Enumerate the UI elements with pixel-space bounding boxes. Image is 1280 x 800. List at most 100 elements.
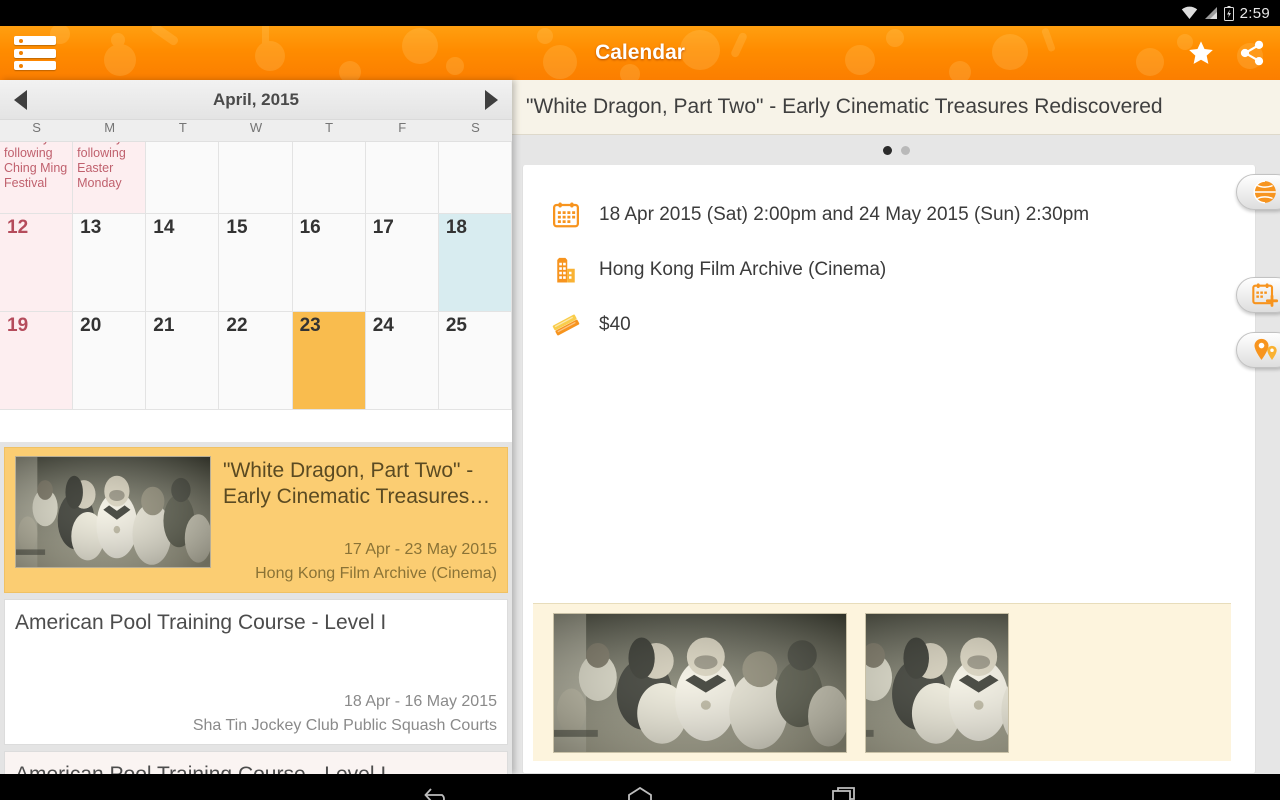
day-number: 17 [372, 217, 394, 238]
show-on-map-button[interactable] [1236, 332, 1280, 368]
ticket-icon [549, 310, 583, 340]
event-thumbnail [15, 456, 211, 568]
calendar-week: 12 13 14 15 16 17 18 [0, 214, 512, 312]
calendar-day-cell[interactable]: 15 [219, 214, 293, 312]
detail-row-price: $40 [523, 297, 1255, 352]
calendar-day-cell[interactable] [438, 142, 512, 214]
day-number: 20 [80, 315, 102, 336]
event-venue: Sha Tin Jockey Club Public Squash Courts [192, 717, 497, 734]
calendar-week: The day following Ching Ming FestivalThe… [0, 142, 512, 214]
day-number: 14 [153, 217, 175, 238]
weekday-1: M [104, 120, 116, 135]
day-number: 18 [445, 217, 467, 238]
detail-row-venue: Hong Kong Film Archive (Cinema) [523, 242, 1255, 297]
event-title: American Pool Training Course - Level I [15, 611, 387, 634]
calendar-day-cell[interactable]: 14 [146, 214, 220, 312]
weekday-3: W [249, 120, 263, 135]
event-list[interactable]: "White Dragon, Part Two" - Early Cinemat… [0, 442, 512, 774]
calendar-week: 19 20 21 22 23 24 25 [0, 312, 512, 410]
calendar-day-cell[interactable]: 20 [73, 312, 147, 410]
back-icon[interactable] [419, 782, 453, 800]
day-number: 23 [299, 315, 321, 336]
calendar-day-cell[interactable]: 12 [0, 214, 74, 312]
battery-icon [1223, 5, 1234, 21]
page-dot[interactable] [900, 145, 910, 155]
detail-title: "White Dragon, Part Two" - Early Cinemat… [526, 95, 1163, 118]
hamburger-list-icon[interactable] [14, 34, 56, 72]
calendar-day-cell[interactable] [365, 142, 439, 214]
detail-panel: "White Dragon, Part Two" - Early Cinemat… [512, 80, 1280, 774]
weekday-header: SMTWTFS [0, 120, 512, 142]
detail-title-bar: "White Dragon, Part Two" - Early Cinemat… [512, 80, 1280, 135]
day-number: 12 [7, 217, 29, 238]
event-meta: 17 Apr - 23 May 2015 Hong Kong Film Archi… [255, 538, 497, 586]
open-website-button[interactable] [1236, 174, 1280, 210]
weekday-0: S [32, 120, 41, 135]
calendar-icon [549, 200, 583, 230]
calendar-day-cell[interactable]: 25 [438, 312, 512, 410]
recents-icon[interactable] [827, 782, 861, 800]
holiday-label: The day following Ching Ming Festival [4, 142, 68, 190]
month-navigation-bar: April, 2015 [0, 80, 512, 120]
building-icon [549, 255, 583, 285]
event-venue: Hong Kong Film Archive (Cinema) [255, 565, 497, 582]
system-nav-bar [0, 774, 1280, 800]
detail-venue-text: Hong Kong Film Archive (Cinema) [599, 258, 887, 280]
chevron-right-icon[interactable] [485, 89, 498, 110]
share-icon[interactable] [1238, 39, 1266, 67]
month-label: April, 2015 [213, 89, 299, 109]
event-dates: 17 Apr - 23 May 2015 [344, 541, 497, 558]
day-number: 21 [153, 315, 175, 336]
page-indicator[interactable] [512, 135, 1280, 165]
add-to-calendar-button[interactable] [1236, 277, 1280, 313]
weekday-5: F [398, 120, 407, 135]
detail-row-date: 18 Apr 2015 (Sat) 2:00pm and 24 May 2015… [523, 187, 1255, 242]
event-meta: 18 Apr - 16 May 2015 Sha Tin Jockey Club … [193, 690, 497, 738]
detail-card: 18 Apr 2015 (Sat) 2:00pm and 24 May 2015… [522, 165, 1256, 774]
calendar-day-cell[interactable]: 23 [292, 312, 366, 410]
day-number: 15 [226, 217, 248, 238]
gallery-image-large[interactable] [553, 612, 847, 753]
app-bar: Calendar [0, 26, 1280, 80]
weekday-6: S [471, 120, 480, 135]
calendar-day-cell[interactable]: 18 [438, 214, 512, 312]
holiday-label: The day following Easter Monday [77, 142, 126, 190]
weekday-2: T [178, 120, 187, 135]
calendar-day-cell[interactable]: The day following Ching Ming Festival [0, 142, 74, 214]
event-title: American Pool Training Course - Level I [15, 760, 497, 774]
calendar-day-cell[interactable]: 13 [73, 214, 147, 312]
status-clock: 2:59 [1239, 4, 1270, 22]
calendar-day-cell[interactable]: 24 [365, 312, 439, 410]
calendar-day-cell[interactable] [146, 142, 220, 214]
wifi-icon [1181, 6, 1198, 20]
star-icon[interactable] [1186, 39, 1216, 68]
day-number: 25 [445, 315, 467, 336]
detail-date-text: 18 Apr 2015 (Sat) 2:00pm and 24 May 2015… [599, 203, 1090, 225]
signal-icon [1204, 6, 1218, 20]
calendar-day-cell[interactable]: The day following Easter Monday [73, 142, 147, 214]
event-dates: 18 Apr - 16 May 2015 [344, 693, 497, 710]
chevron-left-icon[interactable] [14, 89, 27, 110]
day-number: 22 [226, 315, 248, 336]
calendar-day-cell[interactable]: 22 [219, 312, 293, 410]
home-icon[interactable] [623, 782, 657, 800]
calendar-day-cell[interactable]: 19 [0, 312, 74, 410]
detail-price-text: $40 [599, 313, 631, 335]
day-number: 16 [299, 217, 321, 238]
event-list-item[interactable]: American Pool Training Course - Level I [4, 751, 508, 774]
page-dot-active[interactable] [882, 145, 892, 155]
calendar-panel: April, 2015 S M T W T F S The day following Ch… [0, 80, 512, 774]
gallery-image-small[interactable] [865, 612, 1009, 753]
calendar-day-cell[interactable]: 17 [365, 214, 439, 312]
day-number: 13 [80, 217, 102, 238]
calendar-day-cell[interactable]: 21 [146, 312, 220, 410]
main-content: April, 2015 S M T W T F S The day following Ch… [0, 80, 1280, 774]
day-number: 24 [372, 315, 394, 336]
calendar-day-cell[interactable]: 16 [292, 214, 366, 312]
event-list-item[interactable]: American Pool Training Course - Level I 1… [4, 599, 508, 745]
calendar-day-cell[interactable] [292, 142, 366, 214]
calendar-day-cell[interactable] [219, 142, 293, 214]
weekday-4: T [325, 120, 334, 135]
event-list-item[interactable]: "White Dragon, Part Two" - Early Cinemat… [4, 447, 508, 593]
image-gallery[interactable] [533, 603, 1231, 761]
